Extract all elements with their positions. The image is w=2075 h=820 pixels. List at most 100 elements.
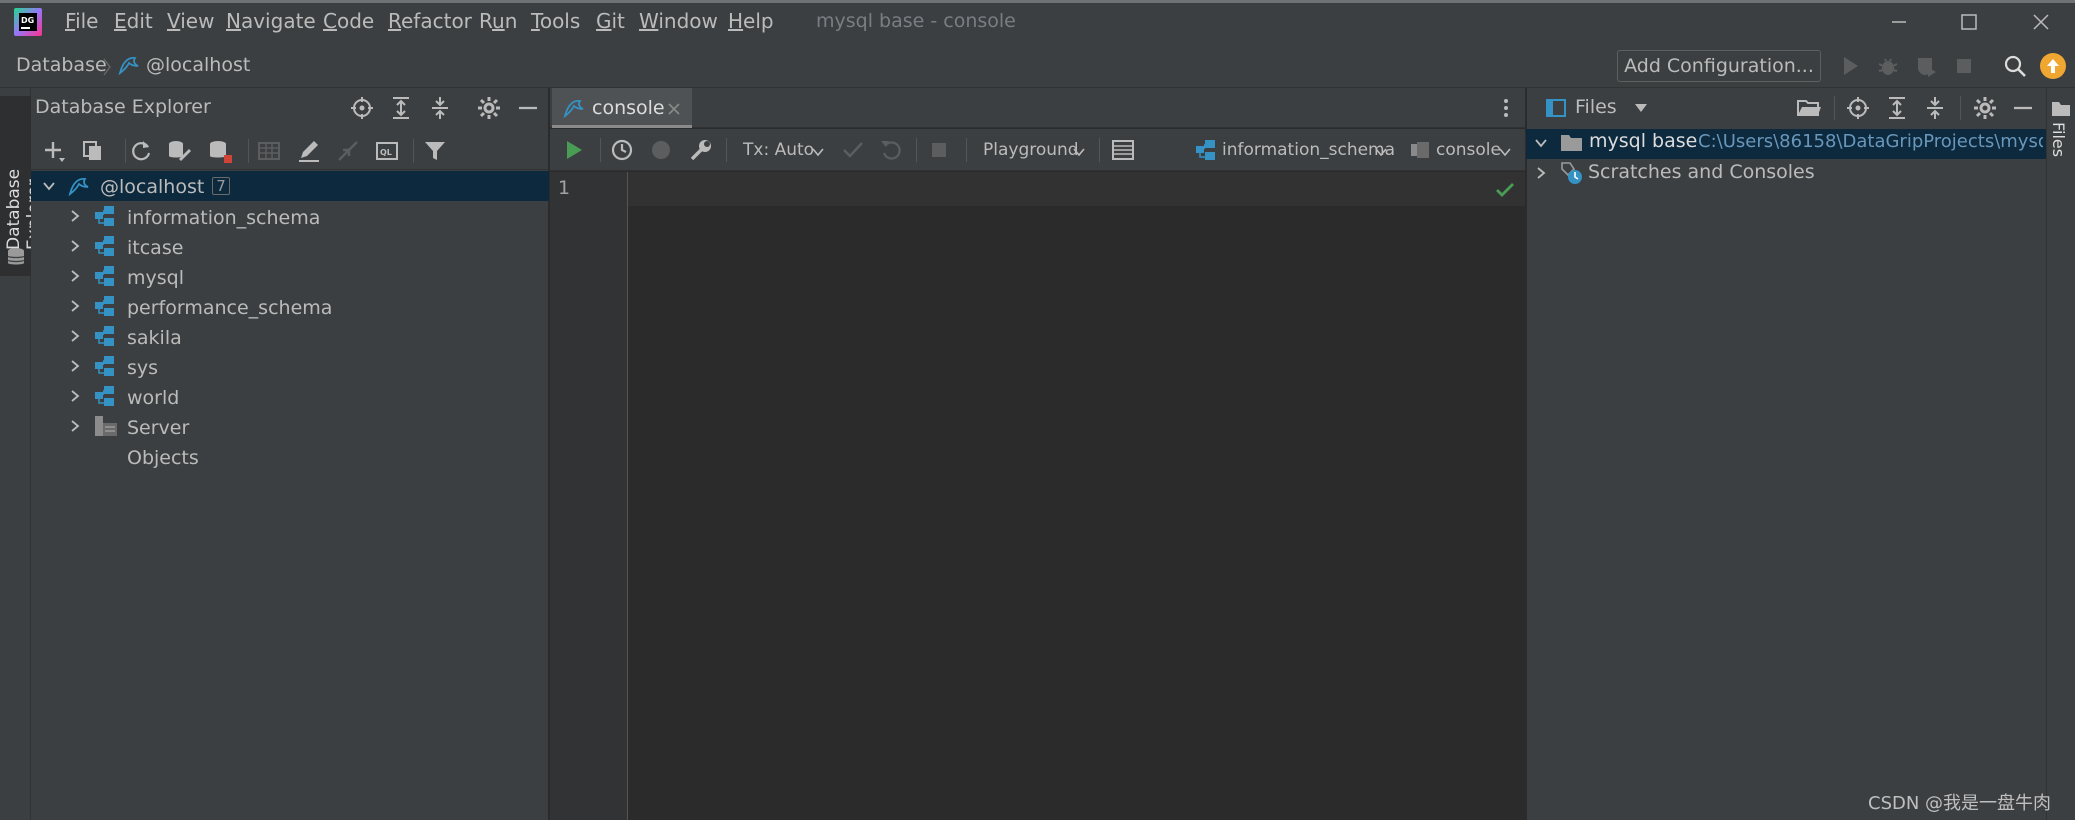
menu-window[interactable]: Window — [639, 9, 718, 33]
transaction-mode-dropdown[interactable]: Tx: Auto — [743, 140, 814, 160]
chevron-down-icon[interactable] — [1072, 145, 1086, 159]
add-new-icon[interactable] — [42, 138, 68, 164]
menu-view[interactable]: View — [167, 9, 214, 33]
menu-run[interactable]: Run — [479, 9, 517, 33]
collapse-all-icon[interactable] — [1922, 95, 1948, 121]
edit-pencil-icon[interactable] — [296, 138, 322, 164]
current-line-highlight[interactable] — [628, 172, 1525, 206]
svg-text:DG: DG — [21, 16, 34, 25]
ide-update-icon[interactable] — [2040, 53, 2066, 79]
schema-icon — [94, 325, 116, 347]
open-folder-icon[interactable] — [1796, 95, 1822, 121]
schema-selector-dropdown[interactable]: information_schema — [1222, 140, 1395, 160]
tree-node-schema[interactable]: mysql — [127, 263, 184, 293]
menu-refactor[interactable]: Refactor — [388, 9, 472, 33]
playground-dropdown[interactable]: Playground — [983, 140, 1079, 160]
minimize-icon[interactable] — [1888, 11, 1910, 33]
chevron-right-icon[interactable] — [68, 299, 82, 313]
database-explorer-toolbar — [31, 130, 549, 170]
tree-node-schema[interactable]: world — [127, 383, 179, 413]
tree-node-schema[interactable]: itcase — [127, 233, 183, 263]
locate-icon[interactable] — [349, 95, 375, 121]
hide-panel-icon[interactable] — [2010, 95, 2036, 121]
close-window-icon[interactable] — [2030, 11, 2052, 33]
menu-git[interactable]: Git — [596, 9, 625, 33]
wrench-settings-icon[interactable] — [688, 137, 714, 163]
commit-disabled-icon[interactable] — [840, 137, 866, 163]
execute-play-icon[interactable] — [561, 137, 587, 163]
table-view-disabled-icon[interactable] — [256, 138, 282, 164]
add-configuration-button[interactable]: Add Configuration... — [1617, 50, 1821, 82]
maximize-icon[interactable] — [1958, 11, 1980, 33]
coverage-disabled-icon[interactable] — [1914, 54, 1938, 78]
chevron-right-icon[interactable] — [68, 329, 82, 343]
breadcrumb-database[interactable]: Database — [16, 54, 107, 76]
collapse-all-icon[interactable] — [427, 95, 453, 121]
tree-node-schema[interactable]: information_schema — [127, 203, 320, 233]
settings-gear-icon[interactable] — [476, 95, 502, 121]
tree-node-schema[interactable]: performance_schema — [127, 293, 332, 323]
chevron-down-icon[interactable] — [1534, 136, 1548, 150]
debug-disabled-icon[interactable] — [1876, 54, 1900, 78]
menu-tools[interactable]: Tools — [531, 9, 580, 33]
refresh-icon[interactable] — [128, 138, 154, 164]
locate-icon[interactable] — [1845, 95, 1871, 121]
hide-panel-icon[interactable] — [515, 95, 541, 121]
tree-node-schema[interactable]: sys — [127, 353, 158, 383]
menu-edit[interactable]: Edit — [114, 9, 153, 33]
files-tree-scratches[interactable]: Scratches and Consoles — [1588, 161, 1815, 183]
chevron-right-icon[interactable] — [68, 239, 82, 253]
stop-disabled-icon[interactable] — [926, 137, 952, 163]
chevron-right-icon[interactable] — [1534, 166, 1548, 180]
console-tab-icon — [562, 96, 586, 120]
history-clock-icon[interactable] — [609, 137, 635, 163]
cancel-query-disabled-icon[interactable] — [648, 137, 674, 163]
chevron-down-icon[interactable] — [1498, 145, 1512, 159]
expand-all-icon[interactable] — [1884, 95, 1910, 121]
chevron-right-icon[interactable] — [68, 419, 82, 433]
chevron-right-icon[interactable] — [68, 389, 82, 403]
chevron-right-icon[interactable] — [68, 209, 82, 223]
jump-to-source-disabled-icon[interactable] — [335, 138, 361, 164]
data-source-properties-icon[interactable] — [166, 138, 192, 164]
sql-editor-area[interactable] — [628, 206, 1525, 820]
breadcrumb-localhost[interactable]: @localhost — [146, 54, 250, 76]
files-panel-title[interactable]: Files — [1575, 96, 1617, 118]
tree-node-schema[interactable]: sakila — [127, 323, 182, 353]
close-tab-icon[interactable] — [666, 101, 682, 117]
chevron-right-icon[interactable] — [68, 359, 82, 373]
database-stripe-icon[interactable] — [6, 246, 26, 268]
menu-code[interactable]: Code — [323, 9, 374, 33]
tree-node-server-objects[interactable]: Server Objects — [127, 413, 199, 469]
files-stripe-icon[interactable] — [2051, 100, 2071, 118]
rollback-disabled-icon[interactable] — [878, 137, 904, 163]
inspection-ok-check-icon[interactable] — [1495, 181, 1515, 199]
stop-disabled-icon[interactable] — [1952, 54, 1976, 78]
menu-file[interactable]: File — [65, 9, 98, 33]
chevron-right-icon[interactable] — [68, 269, 82, 283]
schema-icon — [94, 295, 116, 317]
chevron-down-icon[interactable] — [811, 145, 825, 159]
tree-node-localhost[interactable]: @localhost 7 — [100, 172, 230, 202]
results-layout-icon[interactable] — [1110, 137, 1136, 163]
menu-help[interactable]: Help — [728, 9, 774, 33]
chevron-down-icon[interactable] — [1374, 145, 1388, 159]
database-explorer-stripe-label[interactable]: Database Explorer — [4, 100, 44, 250]
chevron-down-icon[interactable] — [42, 179, 56, 193]
files-stripe-label[interactable]: Files — [2049, 122, 2068, 157]
disconnect-icon[interactable] — [207, 138, 233, 164]
more-options-icon[interactable] — [1498, 96, 1514, 120]
session-selector-dropdown[interactable]: console — [1436, 140, 1501, 160]
files-view-dropdown-icon[interactable] — [1633, 102, 1649, 114]
expand-all-icon[interactable] — [388, 95, 414, 121]
settings-gear-icon[interactable] — [1972, 95, 1998, 121]
duplicate-icon[interactable] — [80, 138, 106, 164]
query-console-icon[interactable]: QL — [374, 138, 400, 164]
run-disabled-icon[interactable] — [1838, 54, 1862, 78]
filter-icon[interactable] — [422, 138, 448, 164]
search-icon[interactable] — [2003, 54, 2027, 78]
files-tree-project[interactable]: mysql base — [1589, 130, 1697, 152]
menu-navigate[interactable]: Navigate — [226, 9, 316, 33]
files-panel-icon — [1545, 97, 1567, 119]
datagrip-logo-icon[interactable]: DG — [14, 8, 42, 36]
